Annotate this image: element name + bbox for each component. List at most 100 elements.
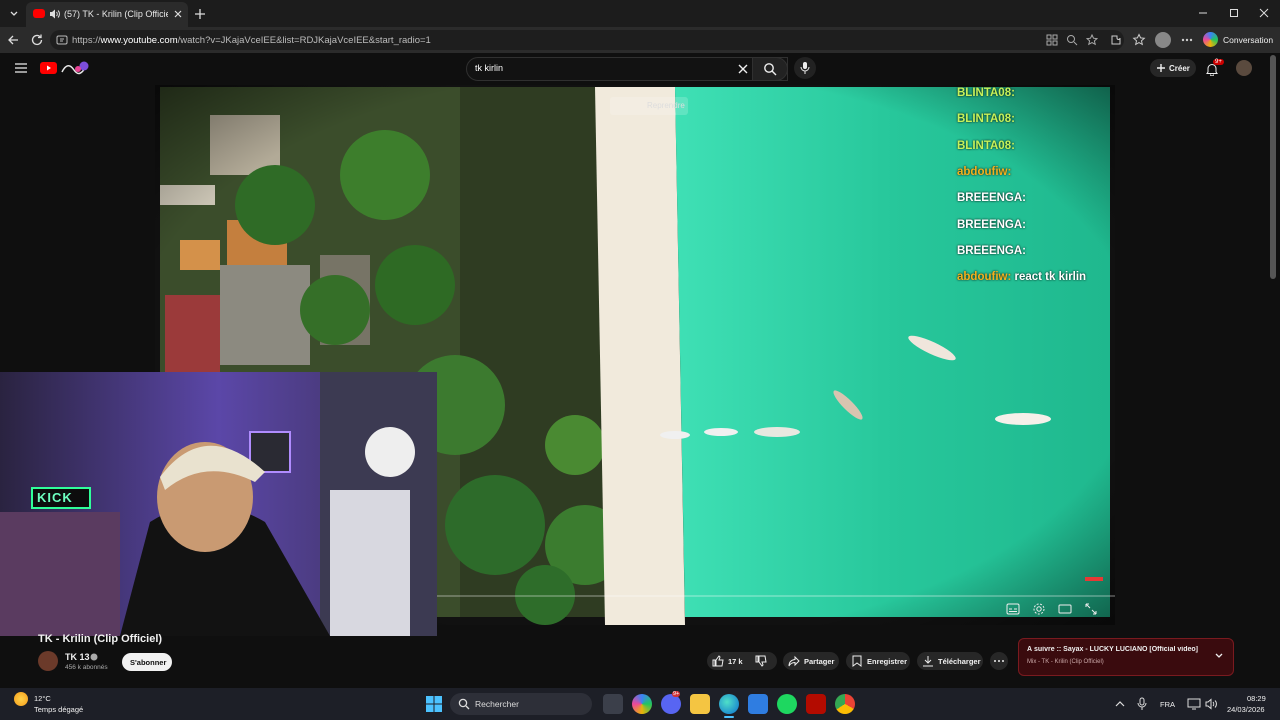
zoom-icon[interactable] (1066, 34, 1078, 46)
up-next-card[interactable]: À suivre :: Sayax - LUCKY LUCIANO [Offic… (1018, 638, 1234, 676)
copilot-app-icon[interactable] (632, 694, 652, 714)
acrobat-icon[interactable] (806, 694, 826, 714)
chat-message: BLINTA08: (957, 87, 1015, 99)
theater-mode-icon[interactable] (1058, 603, 1072, 615)
chat-message: BLINTA08: (957, 140, 1015, 152)
tab-actions-button[interactable] (6, 6, 22, 22)
subscribe-button[interactable]: S'abonner (122, 653, 172, 671)
weather-temp: 12°C (34, 694, 51, 703)
chat-message: BREEENGA: (957, 245, 1026, 257)
volume-icon[interactable] (1204, 697, 1218, 711)
youtube-logo[interactable] (40, 60, 92, 76)
clock-time[interactable]: 08:29 (1247, 694, 1266, 703)
more-actions-button[interactable] (990, 652, 1008, 670)
voice-search-button[interactable] (794, 57, 816, 79)
file-explorer-icon[interactable] (690, 694, 710, 714)
dislike-button[interactable] (755, 655, 767, 667)
back-icon[interactable] (6, 33, 20, 47)
close-window-icon[interactable] (1259, 8, 1269, 18)
fullscreen-icon[interactable] (1084, 603, 1098, 615)
microphone-icon (800, 61, 810, 75)
search-input[interactable]: tk kirlin (475, 63, 503, 73)
like-count: 17 k (728, 657, 743, 666)
channel-avatar[interactable] (38, 651, 58, 671)
search-icon (458, 698, 470, 710)
new-tab-icon[interactable] (193, 7, 207, 21)
up-next-title: À suivre :: Sayax - LUCKY LUCIANO [Offic… (1027, 646, 1199, 653)
bookmark-icon (851, 655, 863, 667)
show-hidden-icons[interactable] (1114, 698, 1126, 710)
clock-date: 24/03/2026 (1227, 705, 1265, 714)
youtube-favicon-icon (33, 9, 45, 18)
app-available-icon[interactable] (1046, 34, 1058, 46)
kick-neon-sign: KICK (37, 490, 73, 505)
create-button[interactable]: Créer (1150, 59, 1196, 77)
resume-overlay[interactable]: Reprendre (610, 97, 688, 115)
tab-title: (57) TK - Krilin (Clip Officiel) (64, 9, 168, 19)
save-label: Enregistrer (867, 657, 908, 666)
tab-close-icon[interactable] (172, 8, 184, 20)
subtitles-icon[interactable] (1006, 603, 1020, 615)
edge-icon[interactable] (719, 694, 739, 714)
discord-icon[interactable]: 9+ (661, 691, 681, 714)
chat-overlay: BLINTA08: BLINTA08: BLINTA08: abdoufiw: BREE… (957, 87, 1115, 297)
spotify-icon[interactable] (777, 694, 797, 714)
task-view-icon[interactable] (603, 694, 623, 714)
clear-search-icon[interactable] (737, 63, 749, 75)
chat-username: BREEENGA: (957, 218, 1027, 231)
taskbar-search-placeholder: Rechercher (475, 699, 519, 709)
chat-message: BREEENGA: (957, 192, 1026, 204)
video-title: TK - Krilin (Clip Officiel) (38, 633, 163, 645)
network-icon[interactable] (1187, 698, 1201, 710)
youtube-play-icon (40, 62, 57, 74)
search-icon (763, 62, 777, 76)
copilot-label: Conversation (1223, 35, 1274, 45)
hamburger-menu-icon[interactable] (14, 61, 28, 75)
search-button[interactable] (752, 57, 788, 81)
more-menu-icon[interactable] (1180, 33, 1194, 47)
store-icon[interactable] (748, 694, 768, 714)
plus-icon (1156, 63, 1166, 73)
chrome-icon[interactable] (835, 694, 855, 714)
search-box[interactable]: tk kirlin (466, 57, 788, 81)
microphone-icon[interactable] (1137, 697, 1147, 711)
chat-username: BLINTA08: (957, 113, 1015, 126)
active-app-indicator (724, 716, 734, 718)
doodle-logo-icon (60, 60, 90, 76)
address-bar[interactable]: https://www.youtube.com/watch?v=JKajaVce… (50, 30, 1124, 50)
page-scrollbar[interactable] (1270, 55, 1276, 279)
chat-message: abdoufiw: (957, 166, 1011, 178)
download-label: Télécharger (938, 657, 981, 666)
notifications-button[interactable]: 9+ (1205, 59, 1225, 78)
maximize-icon[interactable] (1229, 8, 1239, 18)
like-button[interactable]: 17 k (707, 652, 749, 670)
language-indicator[interactable]: FRA (1160, 700, 1175, 709)
chat-text: react tk kirlin (1011, 271, 1087, 284)
url-text: https://www.youtube.com/watch?v=JKajaVce… (72, 35, 431, 46)
share-button[interactable]: Partager (783, 652, 839, 670)
account-avatar[interactable] (1236, 60, 1252, 76)
create-label: Créer (1169, 64, 1190, 73)
profile-avatar[interactable] (1155, 32, 1171, 48)
thumbs-down-icon (755, 655, 767, 667)
more-horizontal-icon (990, 652, 1008, 670)
copilot-button[interactable]: Conversation (1203, 31, 1277, 49)
verified-icon (90, 653, 98, 661)
minimize-icon[interactable] (1198, 8, 1208, 18)
start-windows-icon[interactable] (426, 696, 442, 712)
thumbs-up-icon (712, 655, 724, 667)
save-button[interactable]: Enregistrer (846, 652, 910, 670)
extension-icon[interactable] (1109, 33, 1123, 47)
download-button[interactable]: Télécharger (917, 652, 983, 670)
settings-gear-icon[interactable] (1032, 602, 1046, 616)
site-info-icon[interactable] (56, 34, 68, 46)
chevron-down-icon[interactable] (1214, 651, 1224, 661)
favorite-star-icon[interactable] (1086, 34, 1098, 46)
taskbar-search[interactable]: Rechercher (450, 693, 592, 715)
refresh-icon[interactable] (30, 33, 44, 47)
browser-tab[interactable]: (57) TK - Krilin (Clip Officiel) (26, 2, 188, 27)
channel-name[interactable]: TK 13 (65, 652, 90, 662)
favorites-icon[interactable] (1132, 33, 1146, 47)
url-host: www.youtube.com (100, 35, 178, 46)
weather-icon[interactable] (14, 692, 28, 706)
